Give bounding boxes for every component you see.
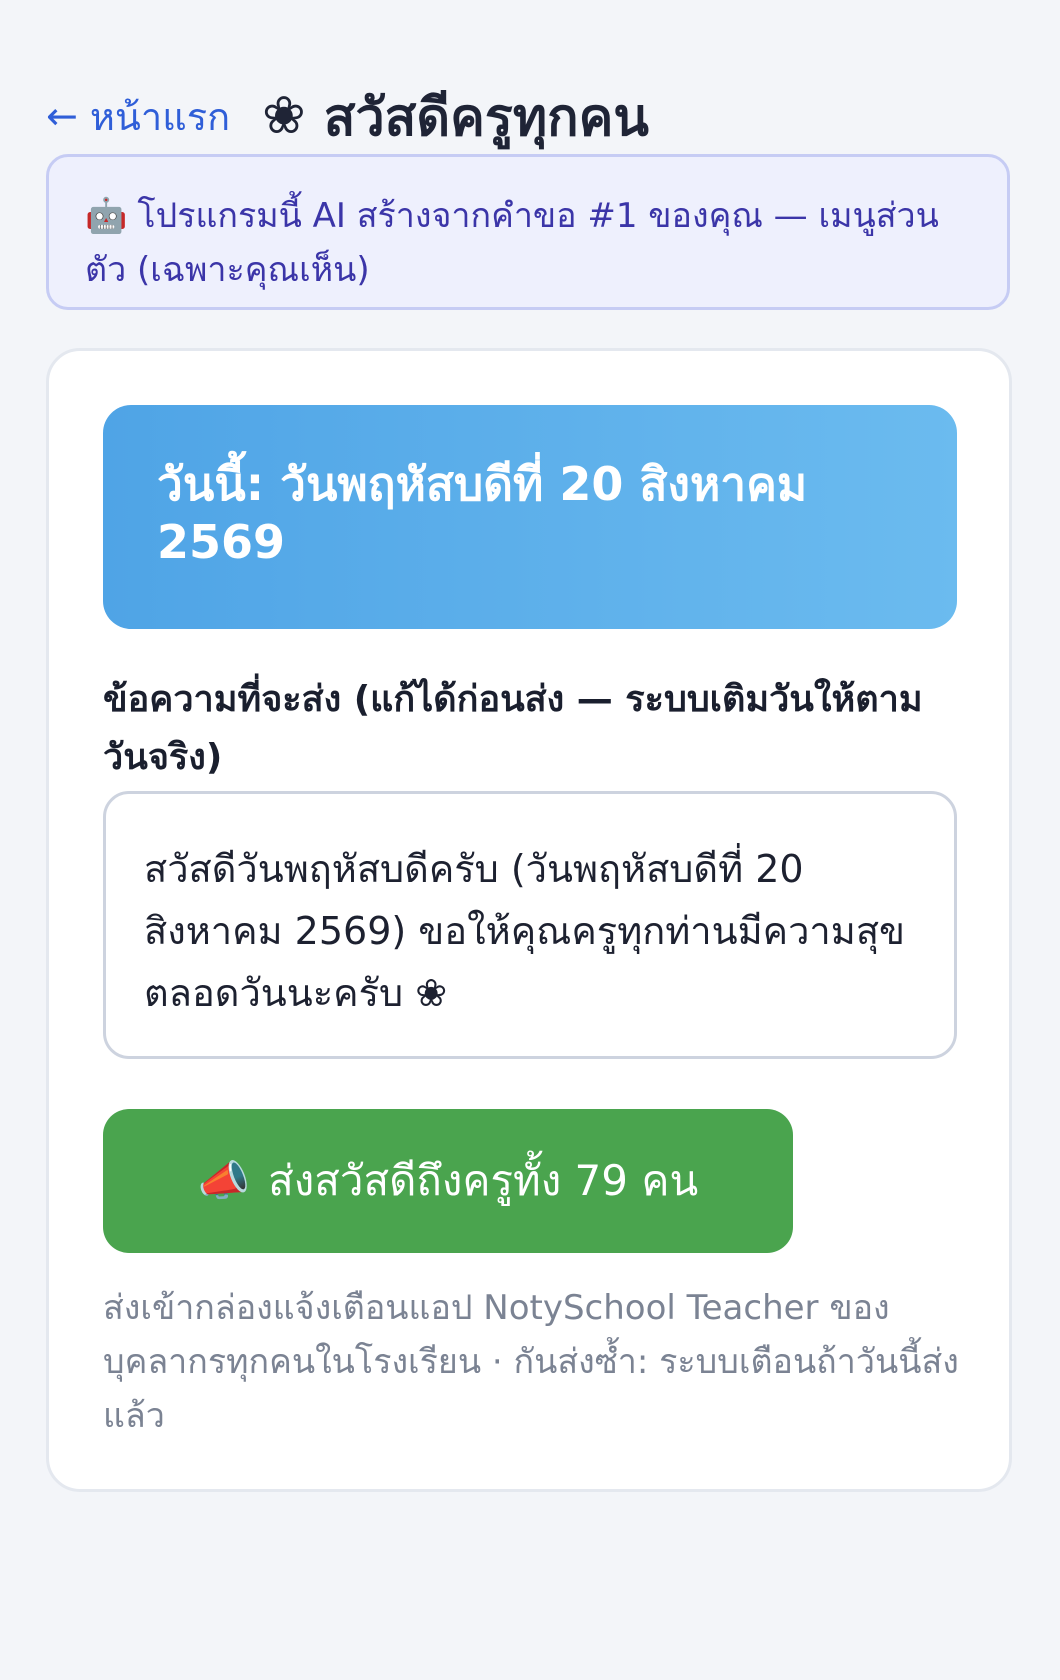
page-header: ← หน้าแรก ❀ สวัสดีครูทุกคน	[46, 80, 1014, 152]
message-textarea[interactable]: สวัสดีวันพฤหัสบดีครับ (วันพฤหัสบดีที่ 20…	[103, 791, 957, 1059]
ai-generated-banner: 🤖 โปรแกรมนี้ AI สร้างจากคำขอ #1 ของคุณ — …	[46, 154, 1010, 310]
back-home-link[interactable]: ← หน้าแรก	[46, 86, 230, 147]
back-home-label: หน้าแรก	[89, 94, 231, 139]
arrow-left-icon: ←	[46, 94, 78, 138]
robot-icon: 🤖	[85, 196, 128, 236]
today-date-text: วันนี้: วันพฤหัสบดีที่ 20 สิงหาคม 2569	[157, 457, 808, 569]
page-title-text: สวัสดีครูทุกคน	[323, 87, 649, 148]
ai-banner-text: โปรแกรมนี้ AI สร้างจากคำขอ #1 ของคุณ — เ…	[85, 196, 939, 290]
send-greeting-label: ส่งสวัสดีถึงครูทั้ง 79 คน	[268, 1156, 699, 1205]
send-greeting-button[interactable]: 📣 ส่งสวัสดีถึงครูทั้ง 79 คน	[103, 1109, 793, 1253]
message-label: ข้อความที่จะส่ง (แก้ได้ก่อนส่ง — ระบบเติ…	[103, 679, 923, 778]
megaphone-icon: 📣	[197, 1156, 251, 1205]
delivery-note: ส่งเข้ากล่องแจ้งเตือนแอป NotySchool Teac…	[103, 1288, 959, 1436]
today-date-banner: วันนี้: วันพฤหัสบดีที่ 20 สิงหาคม 2569	[103, 405, 957, 629]
flower-icon: ❀	[262, 86, 306, 146]
page-title: ❀ สวัสดีครูทุกคน	[262, 75, 649, 158]
main-card: วันนี้: วันพฤหัสบดีที่ 20 สิงหาคม 2569 ข…	[46, 348, 1012, 1492]
